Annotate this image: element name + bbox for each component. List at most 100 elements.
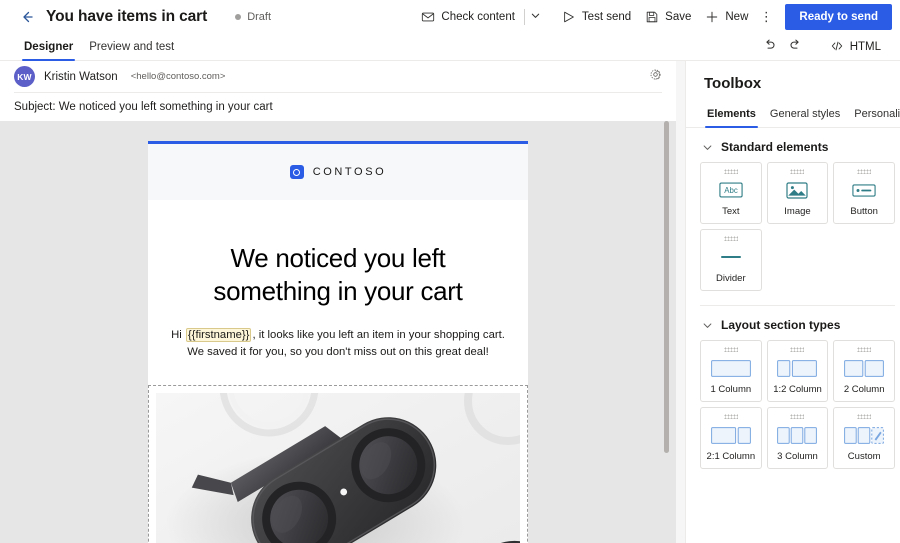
product-photo[interactable]	[156, 392, 520, 543]
tab-personalize-label: Personalize	[854, 108, 900, 120]
toolbox-panel: Toolbox Elements General styles Personal…	[685, 61, 900, 543]
layout-card-custom[interactable]: Custom	[833, 407, 895, 469]
layout-2-1col-icon	[710, 419, 751, 451]
contoso-wordmark: CONTOSO	[312, 166, 387, 178]
element-label-image: Image	[784, 206, 811, 217]
test-send-button[interactable]: Test send	[555, 4, 638, 30]
email-settings-button[interactable]	[649, 68, 662, 86]
body-prefix: Hi	[171, 328, 185, 341]
layout-3col-icon	[777, 419, 818, 451]
drag-handle-icon[interactable]	[790, 347, 805, 352]
layout-label-1-2-column: 1:2 Column	[773, 384, 822, 395]
layout-1-2col-icon	[777, 352, 818, 384]
element-card-divider[interactable]: Divider	[700, 229, 762, 291]
body-suffix: , it looks like you left an item in your…	[252, 328, 505, 341]
redo-button[interactable]	[783, 35, 809, 59]
redo-icon	[788, 37, 803, 57]
layout-2col-icon	[844, 352, 885, 384]
drag-handle-icon[interactable]	[723, 236, 738, 241]
save-button[interactable]: Save	[638, 4, 698, 30]
group-title-layout-section-types: Layout section types	[721, 318, 841, 332]
drag-handle-icon[interactable]	[857, 414, 872, 419]
tab-general-styles[interactable]: General styles	[763, 102, 847, 127]
layout-card-1-2-column[interactable]: 1:2 Column	[766, 340, 829, 402]
standard-elements-grid: Abc Text Image Button Divider	[686, 162, 900, 291]
layout-label-3-column: 3 Column	[777, 451, 818, 462]
undo-button[interactable]	[757, 35, 783, 59]
group-title-standard-elements: Standard elements	[721, 140, 829, 154]
personalization-token-firstname[interactable]: {{firstname}}	[185, 327, 252, 342]
layout-card-2-column[interactable]: 2 Column	[833, 340, 895, 402]
canvas-scrollbar[interactable]	[662, 121, 671, 543]
plus-icon	[705, 10, 719, 24]
email-logo-section[interactable]: CONTOSO	[148, 144, 528, 200]
html-view-button[interactable]: HTML	[823, 35, 888, 59]
check-content-button[interactable]: Check content	[414, 4, 522, 30]
element-card-button[interactable]: Button	[833, 162, 895, 224]
email-hero-section[interactable]: We noticed you left something in your ca…	[148, 200, 528, 384]
check-content-label: Check content	[441, 11, 515, 23]
chevron-down-icon	[530, 8, 541, 26]
layout-card-3-column[interactable]: 3 Column	[766, 407, 829, 469]
save-disk-icon	[645, 10, 659, 24]
element-card-image[interactable]: Image	[766, 162, 829, 224]
save-label: Save	[665, 11, 692, 23]
earbuds-photo-illustration	[156, 392, 520, 543]
email-canvas: CONTOSO We noticed you left something in…	[0, 121, 676, 543]
divider-icon	[719, 241, 743, 273]
email-heading: We noticed you left something in your ca…	[170, 242, 506, 309]
group-header-standard-elements[interactable]: Standard elements	[686, 128, 900, 162]
html-view-label: HTML	[849, 41, 881, 53]
envelope-check-icon	[421, 10, 435, 24]
tab-designer[interactable]: Designer	[16, 34, 81, 61]
drag-handle-icon[interactable]	[723, 414, 738, 419]
arrow-left-icon	[19, 9, 35, 25]
status-label: Draft	[247, 11, 272, 23]
drag-handle-icon[interactable]	[857, 347, 872, 352]
workspace: KW Kristin Watson <hello@contoso.com> Su…	[0, 61, 900, 543]
layout-card-1-column[interactable]: 1 Column	[700, 340, 762, 402]
drag-handle-icon[interactable]	[723, 169, 738, 174]
email-heading-line-2: something in your cart	[213, 276, 463, 307]
layout-1col-icon	[710, 352, 751, 384]
email-document: CONTOSO We noticed you left something in…	[148, 141, 528, 543]
ellipsis-vertical-icon: ⋮	[759, 9, 773, 24]
undo-icon	[762, 37, 777, 57]
canvas-scrollbar-thumb[interactable]	[664, 121, 669, 453]
topbar-actions: Check content Test send Save New ⋮ Ready…	[414, 4, 892, 30]
element-label-text: Text	[722, 206, 740, 217]
layout-card-2-1-column[interactable]: 2:1 Column	[700, 407, 762, 469]
ready-to-send-button[interactable]: Ready to send	[785, 4, 892, 30]
email-body-text: Hi {{firstname}}, it looks like you left…	[170, 327, 506, 362]
tab-preview-and-test[interactable]: Preview and test	[81, 34, 182, 61]
group-header-layout-section-types[interactable]: Layout section types	[686, 306, 900, 340]
avatar: KW	[14, 66, 35, 87]
back-button[interactable]	[16, 6, 38, 28]
email-heading-line-1: We noticed you left	[230, 243, 446, 273]
drag-handle-icon[interactable]	[857, 169, 872, 174]
tab-personalize[interactable]: Personalize	[847, 102, 900, 127]
drag-handle-icon[interactable]	[790, 414, 805, 419]
email-image-section[interactable]	[148, 384, 528, 543]
status-dot-icon	[235, 14, 242, 20]
contoso-ring-inner	[293, 168, 301, 176]
more-options-button[interactable]: ⋮	[755, 4, 777, 30]
email-designer-app: You have items in cart Draft Check conte…	[0, 0, 900, 543]
element-card-text[interactable]: Abc Text	[700, 162, 762, 224]
sender-name: Kristin Watson	[44, 70, 118, 83]
new-button[interactable]: New	[698, 4, 755, 30]
toolbox-content: Standard elements Abc Text Image Button …	[686, 128, 900, 543]
top-command-bar: You have items in cart Draft Check conte…	[0, 0, 900, 34]
check-content-dropdown[interactable]	[527, 4, 545, 30]
element-label-divider: Divider	[716, 273, 746, 284]
drag-handle-icon[interactable]	[790, 169, 805, 174]
abc-text-icon: Abc	[719, 174, 743, 206]
drag-handle-icon[interactable]	[723, 347, 738, 352]
designer-tab-bar: Designer Preview and test HTML	[0, 34, 900, 61]
toolbox-title: Toolbox	[704, 75, 762, 92]
layout-custom-icon	[844, 419, 885, 451]
subject-row[interactable]: Subject: We noticed you left something i…	[14, 93, 662, 121]
layout-label-custom: Custom	[847, 451, 881, 462]
tab-elements[interactable]: Elements	[700, 102, 763, 128]
send-icon	[562, 10, 576, 24]
